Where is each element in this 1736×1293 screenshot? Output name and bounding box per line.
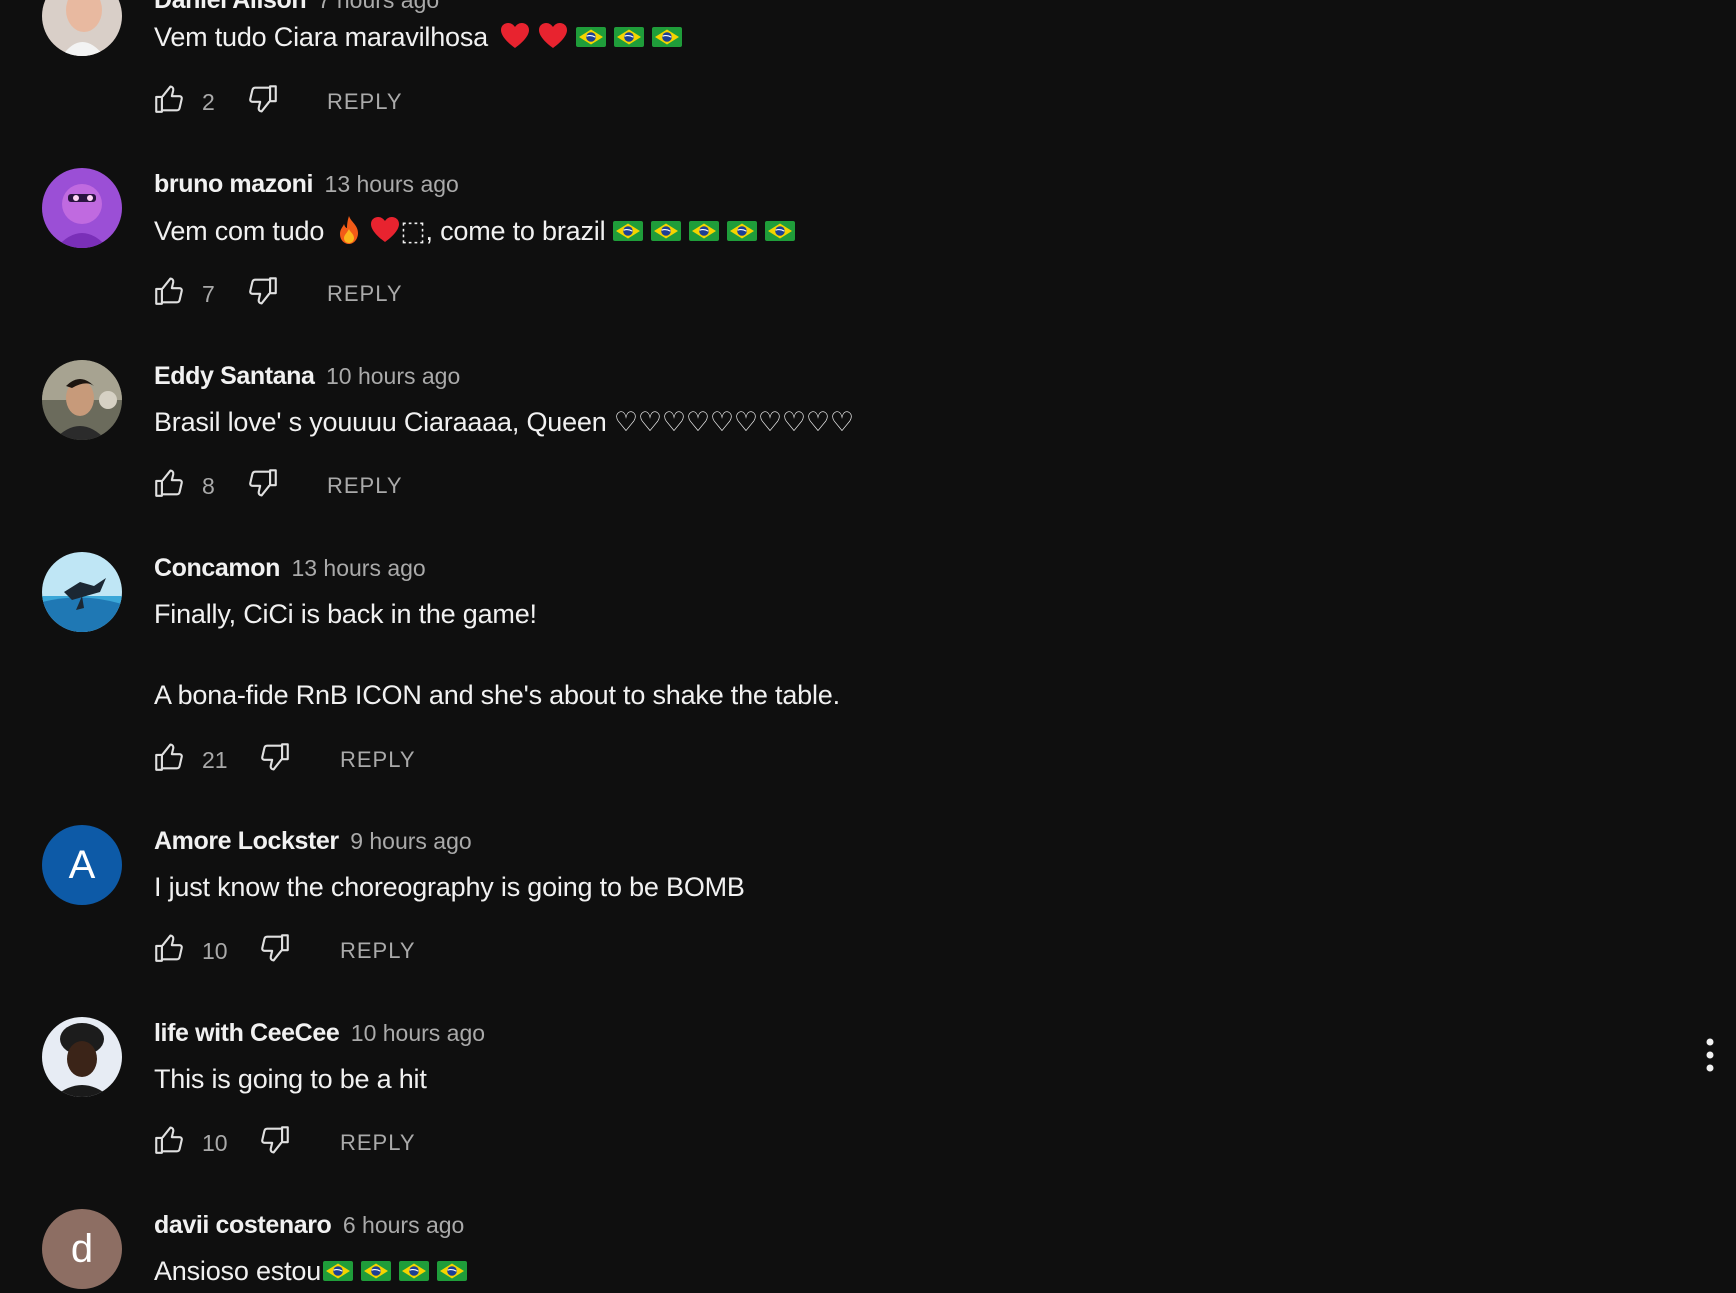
like-count: 7 <box>202 281 215 307</box>
avatar[interactable]: d <box>42 1209 122 1289</box>
brazil-flag-icon <box>614 27 644 47</box>
comment-text: Brasil love' s youuuu Ciaraaaa, Queen ♡♡… <box>154 407 854 438</box>
comment-timestamp[interactable]: 6 hours ago <box>343 1212 464 1238</box>
more-vert-icon <box>1706 1038 1714 1072</box>
comment-text-line: A bona-fide RnB ICON and she's about to … <box>154 680 840 710</box>
red-heart-icon <box>538 22 568 50</box>
dislike-button[interactable] <box>258 740 292 774</box>
like-button[interactable] <box>152 82 186 116</box>
comment-timestamp[interactable]: 10 hours ago <box>326 363 460 389</box>
thumbs-down-icon <box>258 931 292 965</box>
dislike-button[interactable] <box>246 82 280 116</box>
comment-timestamp[interactable]: 13 hours ago <box>291 555 425 581</box>
like-button[interactable] <box>152 274 186 308</box>
author-name[interactable]: Concamon <box>154 554 280 582</box>
like-button[interactable] <box>152 740 186 774</box>
avatar[interactable] <box>42 1017 122 1097</box>
thumbs-up-icon <box>152 466 186 500</box>
comment-header: Concamon 13 hours ago <box>154 552 426 588</box>
reply-button[interactable]: REPLY <box>340 1127 416 1159</box>
dislike-button[interactable] <box>246 274 280 308</box>
author-name[interactable]: life with CeeCee <box>154 1019 340 1047</box>
comment-menu-button[interactable] <box>1696 1036 1724 1076</box>
like-count: 10 <box>202 1130 228 1156</box>
avatar[interactable] <box>42 360 122 440</box>
like-button[interactable] <box>152 466 186 500</box>
comment-text: This is going to be a hit <box>154 1064 427 1095</box>
reply-button[interactable]: REPLY <box>327 470 403 502</box>
reply-button[interactable]: REPLY <box>340 935 416 967</box>
comment-timestamp[interactable]: 7 hours ago <box>318 0 439 13</box>
thumbs-down-icon <box>246 466 280 500</box>
comment-text-content: Ansioso estou <box>154 1256 322 1286</box>
author-name[interactable]: Eddy Santana <box>154 362 315 390</box>
thumbs-up-icon <box>152 82 186 116</box>
comment-header: bruno mazoni 13 hours ago <box>154 168 459 204</box>
comment-header: davii costenaro 6 hours ago <box>154 1209 464 1245</box>
thumbs-down-icon <box>258 740 292 774</box>
red-heart-icon <box>370 216 400 244</box>
thumbs-down-icon <box>246 82 280 116</box>
brazil-flag-icon <box>652 27 682 47</box>
avatar[interactable]: A <box>42 825 122 905</box>
author-name[interactable]: Daniel Alison <box>154 0 307 14</box>
brazil-flag-icon <box>651 221 681 241</box>
like-button[interactable] <box>152 1123 186 1157</box>
like-count: 2 <box>202 89 215 115</box>
comment-text-content: Brasil love' s youuuu Ciaraaaa, Queen ♡♡… <box>154 407 854 437</box>
brazil-flag-icon <box>613 221 643 241</box>
thumbs-down-icon <box>258 1123 292 1157</box>
reply-button[interactable]: REPLY <box>327 278 403 310</box>
like-count: 8 <box>202 473 215 499</box>
comment-header: Eddy Santana 10 hours ago <box>154 360 460 396</box>
comment-text: Finally, CiCi is back in the game! <box>154 599 537 630</box>
comment-text: Ansioso estou <box>154 1256 467 1287</box>
author-name[interactable]: davii costenaro <box>154 1211 332 1239</box>
comment-timestamp[interactable]: 13 hours ago <box>325 171 459 197</box>
comment-text-content: I just know the choreography is going to… <box>154 872 745 902</box>
comment-timestamp[interactable]: 10 hours ago <box>351 1020 485 1046</box>
brazil-flag-icon <box>576 27 606 47</box>
comment-timestamp[interactable]: 9 hours ago <box>350 828 471 854</box>
comment-header: Amore Lockster 9 hours ago <box>154 825 472 861</box>
comment-text-line: Finally, CiCi is back in the game! <box>154 599 537 629</box>
comment-text: Vem com tudo ⬚, come to brazil <box>154 215 795 247</box>
thumbs-up-icon <box>152 274 186 308</box>
comment-text-content: ⬚, come to brazil <box>400 216 606 246</box>
like-count: 21 <box>202 747 228 773</box>
brazil-flag-icon <box>437 1261 467 1281</box>
dislike-button[interactable] <box>258 931 292 965</box>
avatar[interactable] <box>42 168 122 248</box>
thumbs-up-icon <box>152 1123 186 1157</box>
brazil-flag-icon <box>727 221 757 241</box>
like-button[interactable] <box>152 931 186 965</box>
fire-icon <box>336 215 362 245</box>
comment-text-content: Vem tudo Ciara maravilhosa <box>154 22 488 52</box>
author-name[interactable]: bruno mazoni <box>154 170 313 198</box>
author-name[interactable]: Amore Lockster <box>154 827 339 855</box>
brazil-flag-icon <box>765 221 795 241</box>
thumbs-down-icon <box>246 274 280 308</box>
like-count: 10 <box>202 938 228 964</box>
comment-text: I just know the choreography is going to… <box>154 872 745 903</box>
comment-header: Daniel Alison 7 hours ago <box>154 0 439 20</box>
comment-text: Vem tudo Ciara maravilhosa <box>154 22 682 53</box>
comment-text-content: This is going to be a hit <box>154 1064 427 1094</box>
brazil-flag-icon <box>323 1261 353 1281</box>
thumbs-up-icon <box>152 931 186 965</box>
reply-button[interactable]: REPLY <box>327 86 403 118</box>
dislike-button[interactable] <box>246 466 280 500</box>
dislike-button[interactable] <box>258 1123 292 1157</box>
comment-header: life with CeeCee 10 hours ago <box>154 1017 485 1053</box>
avatar[interactable] <box>42 552 122 632</box>
thumbs-up-icon <box>152 740 186 774</box>
reply-button[interactable]: REPLY <box>340 744 416 776</box>
avatar[interactable] <box>42 0 122 56</box>
comment-text-content: Vem com tudo <box>154 216 325 246</box>
comment-text: A bona-fide RnB ICON and she's about to … <box>154 680 840 711</box>
red-heart-icon <box>500 22 530 50</box>
brazil-flag-icon <box>689 221 719 241</box>
brazil-flag-icon <box>399 1261 429 1281</box>
brazil-flag-icon <box>361 1261 391 1281</box>
